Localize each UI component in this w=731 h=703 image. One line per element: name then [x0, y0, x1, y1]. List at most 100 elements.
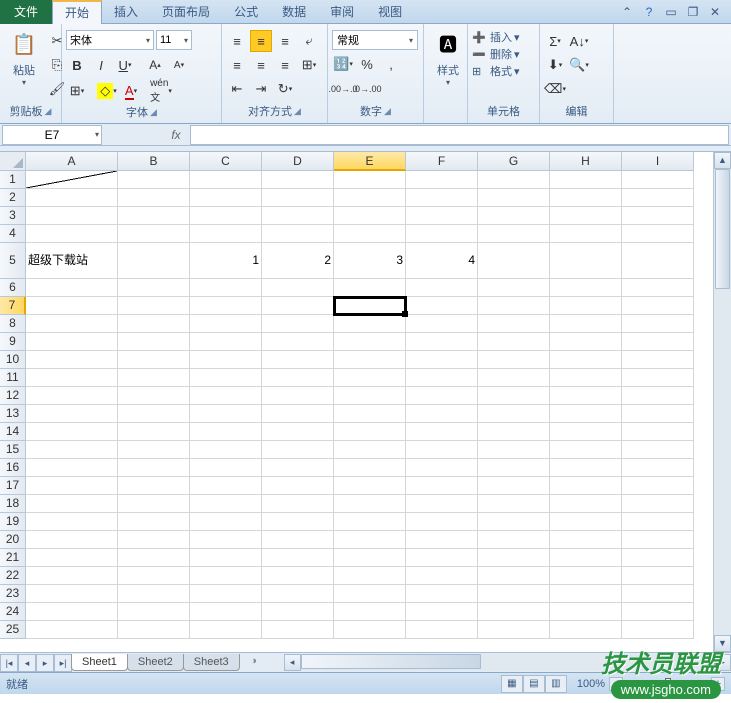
name-box[interactable]: E7▾: [2, 125, 102, 145]
cell-D5[interactable]: 2: [262, 243, 334, 279]
cell-F24[interactable]: [406, 603, 478, 621]
cell-H22[interactable]: [550, 567, 622, 585]
cell-D7[interactable]: [262, 297, 334, 315]
cell-F21[interactable]: [406, 549, 478, 567]
cell-B5[interactable]: [118, 243, 190, 279]
col-header-B[interactable]: B: [118, 152, 190, 171]
font-size-select[interactable]: 11▾: [156, 30, 192, 50]
cell-B22[interactable]: [118, 567, 190, 585]
row-header-25[interactable]: 25: [0, 621, 26, 639]
percent-button[interactable]: %: [356, 53, 378, 75]
cell-A10[interactable]: [26, 351, 118, 369]
shrink-font-button[interactable]: A▾: [168, 54, 190, 76]
underline-button[interactable]: U▾: [114, 54, 136, 76]
col-header-G[interactable]: G: [478, 152, 550, 171]
cell-G19[interactable]: [478, 513, 550, 531]
cell-E21[interactable]: [334, 549, 406, 567]
increase-indent-button[interactable]: ⇥: [250, 78, 272, 100]
cell-E18[interactable]: [334, 495, 406, 513]
cell-B6[interactable]: [118, 279, 190, 297]
cell-B2[interactable]: [118, 189, 190, 207]
cell-I7[interactable]: [622, 297, 694, 315]
cell-A7[interactable]: [26, 297, 118, 315]
cell-C12[interactable]: [190, 387, 262, 405]
cell-G13[interactable]: [478, 405, 550, 423]
row-header-21[interactable]: 21: [0, 549, 26, 567]
cell-G25[interactable]: [478, 621, 550, 639]
cell-D18[interactable]: [262, 495, 334, 513]
cell-D13[interactable]: [262, 405, 334, 423]
cell-A18[interactable]: [26, 495, 118, 513]
cell-C23[interactable]: [190, 585, 262, 603]
alignment-launcher-icon[interactable]: ◢: [294, 106, 301, 117]
cell-E11[interactable]: [334, 369, 406, 387]
cell-D15[interactable]: [262, 441, 334, 459]
sort-filter-button[interactable]: A↓▾: [568, 30, 590, 52]
cell-E1[interactable]: [334, 171, 406, 189]
cell-F2[interactable]: [406, 189, 478, 207]
cell-B19[interactable]: [118, 513, 190, 531]
cell-F9[interactable]: [406, 333, 478, 351]
cell-B8[interactable]: [118, 315, 190, 333]
cell-A5[interactable]: 超级下载站: [26, 243, 118, 279]
cell-H9[interactable]: [550, 333, 622, 351]
cell-A2[interactable]: [26, 189, 118, 207]
cell-C17[interactable]: [190, 477, 262, 495]
cell-H16[interactable]: [550, 459, 622, 477]
cell-H23[interactable]: [550, 585, 622, 603]
cell-C20[interactable]: [190, 531, 262, 549]
cell-B4[interactable]: [118, 225, 190, 243]
cell-I20[interactable]: [622, 531, 694, 549]
cell-B15[interactable]: [118, 441, 190, 459]
cell-E25[interactable]: [334, 621, 406, 639]
clipboard-launcher-icon[interactable]: ◢: [45, 106, 52, 117]
cell-I9[interactable]: [622, 333, 694, 351]
cell-E7[interactable]: [334, 297, 406, 315]
cell-B7[interactable]: [118, 297, 190, 315]
cell-B1[interactable]: [118, 171, 190, 189]
cell-G2[interactable]: [478, 189, 550, 207]
cell-D25[interactable]: [262, 621, 334, 639]
cell-H20[interactable]: [550, 531, 622, 549]
cell-E24[interactable]: [334, 603, 406, 621]
clear-button[interactable]: ⌫▾: [544, 78, 566, 100]
cell-C3[interactable]: [190, 207, 262, 225]
cell-E4[interactable]: [334, 225, 406, 243]
cell-G21[interactable]: [478, 549, 550, 567]
cell-B17[interactable]: [118, 477, 190, 495]
insert-cells-button[interactable]: ➕插入 ▾: [472, 29, 520, 45]
cell-A4[interactable]: [26, 225, 118, 243]
cell-B12[interactable]: [118, 387, 190, 405]
border-button[interactable]: ⊞▾: [66, 80, 88, 102]
cell-H14[interactable]: [550, 423, 622, 441]
cell-G4[interactable]: [478, 225, 550, 243]
cell-G24[interactable]: [478, 603, 550, 621]
cell-E20[interactable]: [334, 531, 406, 549]
cell-I23[interactable]: [622, 585, 694, 603]
tab-page-layout[interactable]: 页面布局: [150, 0, 222, 24]
cell-I1[interactable]: [622, 171, 694, 189]
cell-D14[interactable]: [262, 423, 334, 441]
cell-B16[interactable]: [118, 459, 190, 477]
cell-A19[interactable]: [26, 513, 118, 531]
help-icon[interactable]: ?: [641, 5, 657, 19]
row-header-20[interactable]: 20: [0, 531, 26, 549]
decrease-indent-button[interactable]: ⇤: [226, 78, 248, 100]
col-header-I[interactable]: I: [622, 152, 694, 171]
tab-review[interactable]: 审阅: [318, 0, 366, 24]
col-header-E[interactable]: E: [334, 152, 406, 171]
cell-G11[interactable]: [478, 369, 550, 387]
formula-input[interactable]: [190, 125, 729, 145]
cell-C6[interactable]: [190, 279, 262, 297]
align-center-button[interactable]: ≡: [250, 54, 272, 76]
cell-E23[interactable]: [334, 585, 406, 603]
cell-G22[interactable]: [478, 567, 550, 585]
cell-F11[interactable]: [406, 369, 478, 387]
cell-G5[interactable]: [478, 243, 550, 279]
cell-F12[interactable]: [406, 387, 478, 405]
cell-A15[interactable]: [26, 441, 118, 459]
align-left-button[interactable]: ≡: [226, 54, 248, 76]
cell-C25[interactable]: [190, 621, 262, 639]
cell-H8[interactable]: [550, 315, 622, 333]
cell-H2[interactable]: [550, 189, 622, 207]
